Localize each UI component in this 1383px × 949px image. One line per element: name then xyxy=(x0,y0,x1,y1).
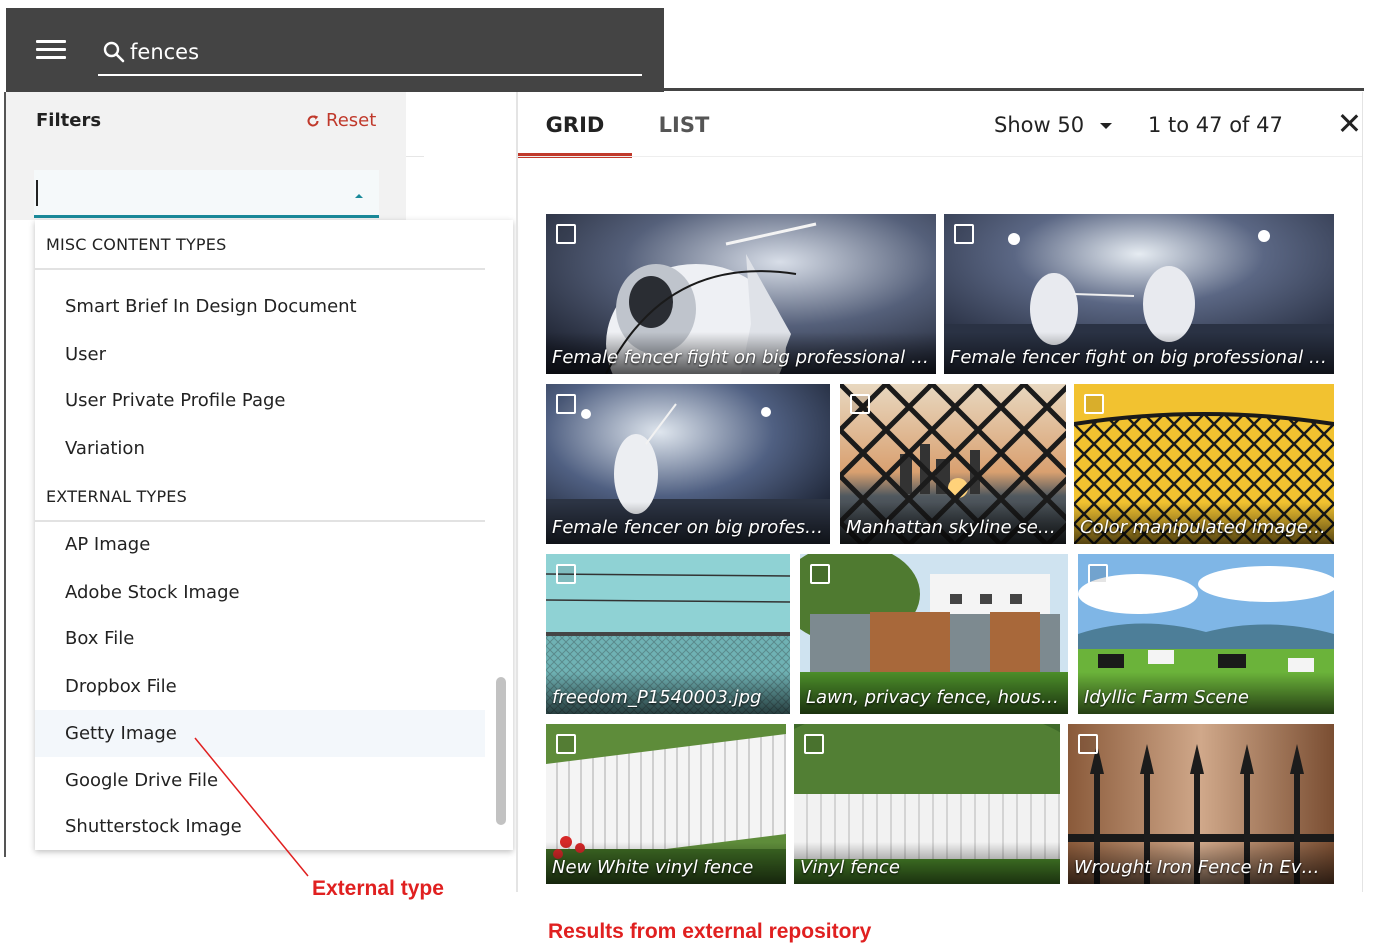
result-tile[interactable]: New White vinyl fence xyxy=(546,724,786,884)
select-checkbox[interactable] xyxy=(810,564,830,584)
tabs-rule xyxy=(518,156,1362,157)
annotation-external-type: External type xyxy=(312,877,444,900)
select-checkbox[interactable] xyxy=(954,224,974,244)
result-tile[interactable]: Idyllic Farm Scene xyxy=(1078,554,1334,714)
result-caption: Manhattan skyline seen through fence xyxy=(846,517,1060,538)
result-tile[interactable]: Wrought Iron Fence in Evening xyxy=(1068,724,1334,884)
reset-label: Reset xyxy=(326,110,377,131)
result-tile[interactable]: Manhattan skyline seen through fence xyxy=(840,384,1066,544)
pagination-status: 1 to 47 of 47 xyxy=(1148,113,1283,137)
select-checkbox[interactable] xyxy=(556,564,576,584)
result-tile[interactable]: Female fencer fight on big professional … xyxy=(546,214,936,374)
tab-list[interactable]: LIST xyxy=(632,92,736,158)
result-tile[interactable]: freedom_P1540003.jpg xyxy=(546,554,790,714)
results-right-rule xyxy=(1362,92,1363,892)
filters-title: Filters xyxy=(36,110,102,131)
chevron-down-icon xyxy=(1100,123,1113,129)
search-field xyxy=(98,32,642,76)
select-checkbox[interactable] xyxy=(1088,564,1108,584)
close-icon[interactable] xyxy=(1336,110,1362,136)
result-caption: Female fencer fight on big professional … xyxy=(950,347,1328,368)
option-variation[interactable]: Variation xyxy=(35,425,485,472)
chevron-up-icon[interactable] xyxy=(355,194,363,198)
option-dropbox-file[interactable]: Dropbox File xyxy=(35,663,485,710)
reset-button[interactable]: Reset xyxy=(306,110,376,131)
option-user-private-profile[interactable]: User Private Profile Page xyxy=(35,377,485,424)
header-rule xyxy=(664,88,1364,91)
content-type-dropdown[interactable]: MISC CONTENT TYPES Smart Brief In Design… xyxy=(35,220,513,850)
section-header-external: EXTERNAL TYPES xyxy=(35,472,485,522)
option-google-drive-file[interactable]: Google Drive File xyxy=(35,757,485,804)
filters-panel: Filters Reset xyxy=(6,92,406,220)
filters-divider xyxy=(406,156,424,157)
select-checkbox[interactable] xyxy=(1078,734,1098,754)
result-tile[interactable]: Color manipulated image of fence xyxy=(1074,384,1334,544)
select-checkbox[interactable] xyxy=(1084,394,1104,414)
option-box-file[interactable]: Box File xyxy=(35,615,485,662)
option-smart-brief[interactable]: Smart Brief In Design Document xyxy=(35,283,485,330)
result-tile[interactable]: Female fencer fight on big professional … xyxy=(944,214,1334,374)
select-checkbox[interactable] xyxy=(850,394,870,414)
result-caption: New White vinyl fence xyxy=(552,857,754,878)
result-caption: Color manipulated image of fence xyxy=(1080,517,1328,538)
option-user[interactable]: User xyxy=(35,331,485,378)
result-caption: Wrought Iron Fence in Evening xyxy=(1074,857,1328,878)
result-caption: Vinyl fence xyxy=(800,857,900,878)
result-tile[interactable]: Lawn, privacy fence, house and garden xyxy=(800,554,1068,714)
annotation-results-external: Results from external repository xyxy=(548,920,872,943)
option-ap-image[interactable]: AP Image xyxy=(35,521,485,568)
select-checkbox[interactable] xyxy=(556,224,576,244)
page-size-select[interactable]: Show 50 xyxy=(994,108,1113,142)
option-shutterstock-image[interactable]: Shutterstock Image xyxy=(35,803,485,850)
option-adobe-stock-image[interactable]: Adobe Stock Image xyxy=(35,569,485,616)
text-caret xyxy=(36,180,38,206)
search-icon xyxy=(103,41,125,63)
select-checkbox[interactable] xyxy=(804,734,824,754)
refresh-icon xyxy=(307,114,319,127)
search-input[interactable] xyxy=(130,34,630,70)
tab-grid[interactable]: GRID xyxy=(518,92,632,158)
result-caption: Female fencer fight on big professional … xyxy=(552,347,930,368)
result-caption: Female fencer on big professional arena xyxy=(552,517,824,538)
result-caption: Lawn, privacy fence, house and garden xyxy=(806,687,1062,708)
result-tile[interactable]: Vinyl fence xyxy=(794,724,1060,884)
top-search-bar xyxy=(6,8,664,92)
content-type-select[interactable] xyxy=(34,170,379,218)
option-getty-image[interactable]: Getty Image xyxy=(35,710,485,757)
app-root: Filters Reset MISC CONTENT TYPES Smart B… xyxy=(0,0,1383,949)
hamburger-menu-icon[interactable] xyxy=(36,38,68,62)
section-header-misc: MISC CONTENT TYPES xyxy=(35,220,485,270)
result-tile[interactable]: Female fencer on big professional arena xyxy=(546,384,830,544)
dropdown-scrollbar[interactable] xyxy=(494,675,508,827)
results-left-rule xyxy=(516,92,518,892)
result-caption: Idyllic Farm Scene xyxy=(1084,687,1249,708)
result-caption: freedom_P1540003.jpg xyxy=(552,687,762,708)
page-size-label: Show 50 xyxy=(994,113,1085,137)
select-checkbox[interactable] xyxy=(556,394,576,414)
select-checkbox[interactable] xyxy=(556,734,576,754)
